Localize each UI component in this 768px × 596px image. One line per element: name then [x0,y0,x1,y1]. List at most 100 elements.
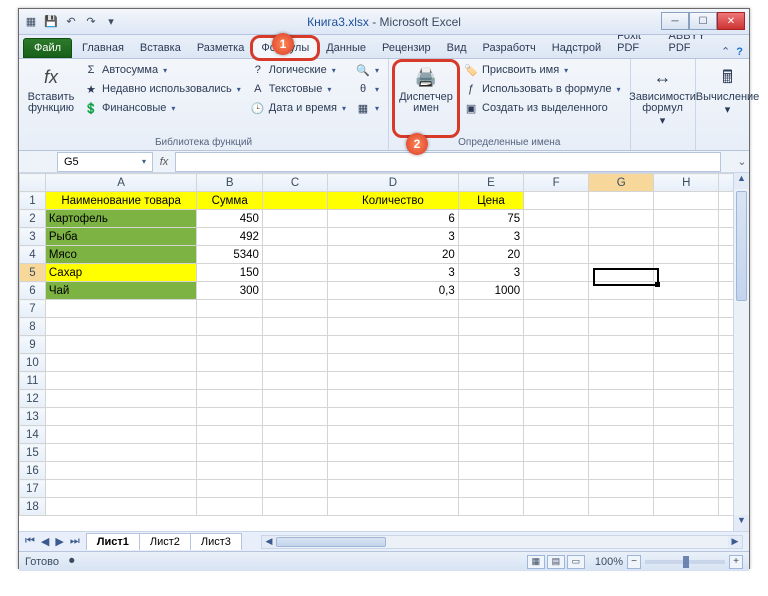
cell[interactable]: Картофель [45,210,197,228]
row-header[interactable]: 5 [20,264,46,282]
cell[interactable] [327,426,458,444]
cell[interactable] [654,354,719,372]
row-header[interactable]: 11 [20,372,46,390]
cell[interactable] [45,480,197,498]
cell[interactable]: Сахар [45,264,197,282]
close-button[interactable]: ✕ [717,12,745,30]
text-button[interactable]: AТекстовые▾ [248,81,349,97]
row-header[interactable]: 17 [20,480,46,498]
create-from-selection-button[interactable]: ▣Создать из выделенного [461,100,624,116]
col-header[interactable]: F [524,174,589,192]
col-header[interactable]: B [197,174,263,192]
cell[interactable] [45,462,197,480]
cell[interactable] [654,300,719,318]
cell[interactable] [327,444,458,462]
datetime-button[interactable]: 🕒Дата и время▾ [248,100,349,116]
cell[interactable] [654,336,719,354]
cell[interactable] [589,408,654,426]
cell[interactable] [197,300,263,318]
insert-function-button[interactable]: fx Вставить функцию [25,62,77,135]
cell[interactable] [524,426,589,444]
cell[interactable] [589,336,654,354]
sheet-nav-last-icon[interactable]: ⏭ [68,535,82,548]
cell[interactable] [197,444,263,462]
cell[interactable] [262,192,327,210]
cell[interactable] [458,444,523,462]
cell[interactable] [262,408,327,426]
scroll-thumb[interactable] [276,537,386,547]
cell[interactable] [524,372,589,390]
cell[interactable]: Рыба [45,228,197,246]
cell[interactable] [589,480,654,498]
cell[interactable] [327,336,458,354]
scroll-down-icon[interactable]: ▼ [734,515,749,531]
row-header[interactable]: 6 [20,282,46,300]
cell[interactable] [458,300,523,318]
col-header[interactable]: A [45,174,197,192]
cell[interactable] [262,336,327,354]
cell[interactable] [654,390,719,408]
logical-button[interactable]: ?Логические▾ [248,62,349,78]
cell[interactable] [45,444,197,462]
formula-bar[interactable] [175,152,721,172]
sheet-tab[interactable]: Лист3 [190,533,242,550]
row-header[interactable]: 3 [20,228,46,246]
cell[interactable] [589,354,654,372]
cell[interactable] [45,426,197,444]
spreadsheet-grid[interactable]: A B C D E F G H I 1Наименование товараСу… [19,173,749,516]
col-header[interactable]: G [589,174,654,192]
cell[interactable] [458,462,523,480]
cell[interactable] [589,246,654,264]
cell[interactable] [327,300,458,318]
calculation-button[interactable]: 🖩 Вычисление▾ [702,62,754,135]
row-header[interactable]: 16 [20,462,46,480]
minimize-ribbon-icon[interactable]: ⌃ [721,45,730,58]
cell[interactable] [197,372,263,390]
vertical-scrollbar[interactable]: ▲ ▼ [733,173,749,531]
cell[interactable] [458,354,523,372]
cell[interactable] [458,372,523,390]
undo-icon[interactable]: ↶ [63,14,79,30]
cell[interactable] [262,372,327,390]
row-header[interactable]: 13 [20,408,46,426]
cell[interactable]: 20 [458,246,523,264]
cell[interactable] [327,318,458,336]
cell[interactable] [524,408,589,426]
cell[interactable] [45,408,197,426]
cell[interactable] [197,480,263,498]
cell[interactable] [589,318,654,336]
cell[interactable] [327,498,458,516]
cell[interactable] [262,462,327,480]
scroll-thumb[interactable] [736,191,747,301]
cell[interactable] [197,390,263,408]
cell[interactable] [262,444,327,462]
cell[interactable] [589,498,654,516]
cell[interactable] [524,444,589,462]
cell[interactable] [524,354,589,372]
col-header[interactable]: E [458,174,523,192]
cell[interactable] [262,498,327,516]
cell[interactable] [458,318,523,336]
cell[interactable]: Сумма [197,192,263,210]
recent-button[interactable]: ★Недавно использовались▾ [81,81,244,97]
cell[interactable] [262,282,327,300]
cell[interactable]: Наименование товара [45,192,197,210]
row-header[interactable]: 18 [20,498,46,516]
horizontal-scrollbar[interactable]: ◀ ▶ [261,535,743,549]
cell[interactable] [524,228,589,246]
cell[interactable] [524,336,589,354]
cell[interactable] [262,318,327,336]
cell[interactable] [458,336,523,354]
col-header[interactable]: H [654,174,719,192]
tab-data[interactable]: Данные [318,38,374,58]
cell[interactable]: 6 [327,210,458,228]
cell[interactable] [524,462,589,480]
help-icon[interactable]: ? [736,46,743,58]
cell[interactable]: Мясо [45,246,197,264]
cell[interactable] [327,480,458,498]
cell[interactable] [262,210,327,228]
cell[interactable] [524,390,589,408]
row-header[interactable]: 1 [20,192,46,210]
cell[interactable]: 5340 [197,246,263,264]
cell[interactable] [589,210,654,228]
